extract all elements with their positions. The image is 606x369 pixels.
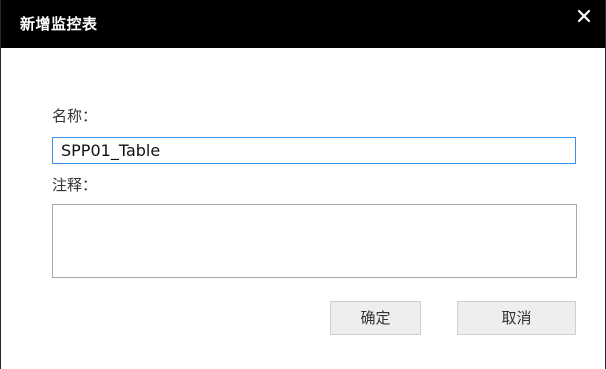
- note-label: 注释：: [52, 176, 98, 194]
- name-label: 名称：: [52, 107, 98, 125]
- confirm-button[interactable]: 确定: [330, 301, 421, 335]
- name-input[interactable]: [52, 137, 576, 164]
- note-textarea[interactable]: [52, 204, 577, 278]
- add-monitor-table-dialog: 新增监控表 名称： 注释： 确定 取消: [0, 0, 606, 369]
- cancel-button[interactable]: 取消: [457, 301, 576, 335]
- dialog-title: 新增监控表: [20, 15, 98, 33]
- close-icon: [577, 9, 591, 23]
- dialog-titlebar: 新增监控表: [1, 0, 605, 48]
- close-button[interactable]: [572, 4, 596, 28]
